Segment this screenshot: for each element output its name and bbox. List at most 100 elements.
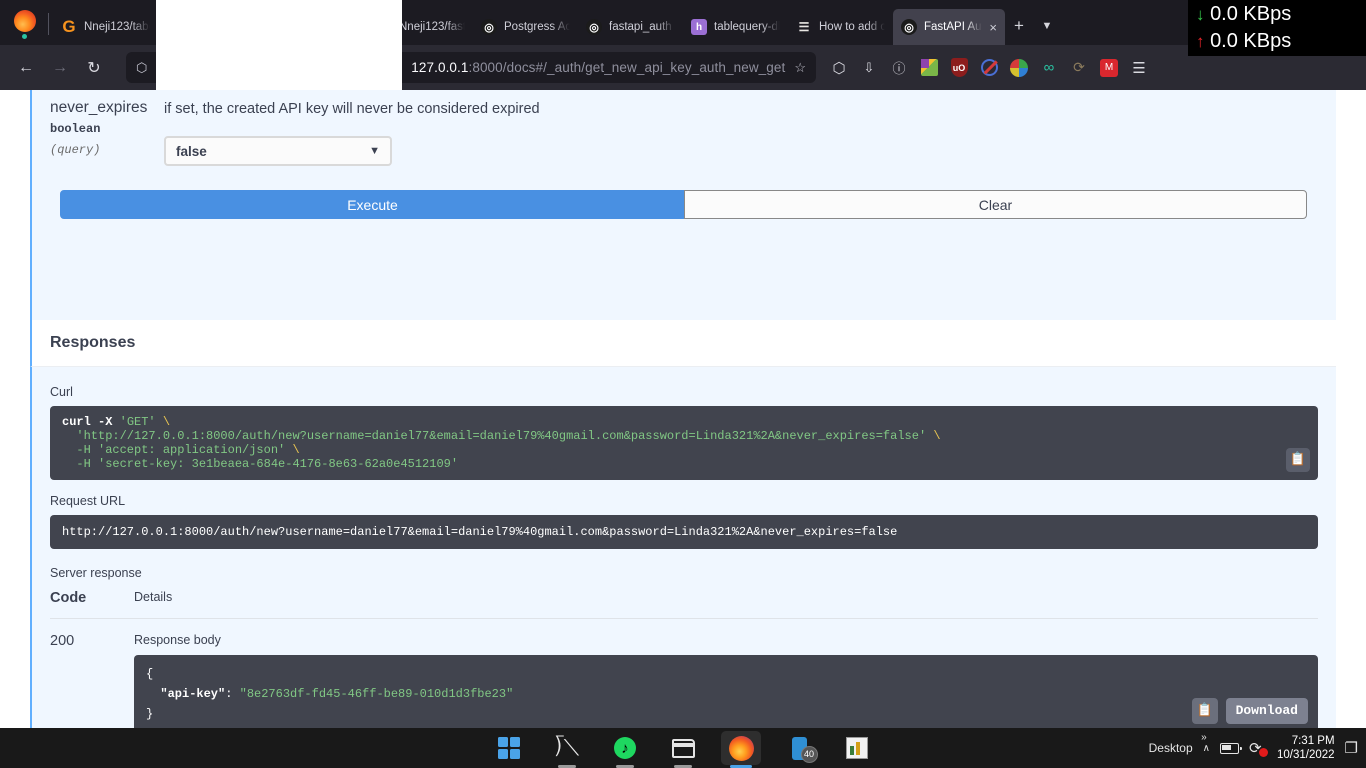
show-hidden-icons-button[interactable]: ∧ (1203, 743, 1210, 754)
curl-method: 'GET' (112, 415, 162, 429)
stackoverflow-icon: ☰ (796, 19, 812, 35)
fastapi-icon: ◎ (586, 19, 602, 35)
firefox-browser-window: G Nneji123/tabqu 17 (17) WhatsApp ○ Nnej… (0, 0, 1366, 768)
curl-continuation-2: \ (926, 429, 940, 443)
fastapi-icon: ◎ (901, 19, 917, 35)
column-header-code: Code (50, 590, 134, 606)
url-bar[interactable]: ⬡ 🖹 127.0.0.1:8000/docs#/_auth/get_new_a… (126, 52, 816, 83)
postgres-icon: ◎ (481, 19, 497, 35)
response-details: Response body { "api-key": "8e2763df-fd4… (134, 633, 1318, 730)
chart-app-taskbar-item[interactable] (837, 731, 877, 765)
select-value: false (176, 144, 207, 159)
tab-label: tablequery-db (714, 21, 780, 33)
sync-icon[interactable]: ⟳ (1249, 739, 1267, 757)
file-explorer-taskbar-item[interactable] (663, 731, 703, 765)
parameter-row-never-expires: never_expires boolean (query) if set, th… (32, 90, 1336, 166)
browser-tab-0[interactable]: G Nneji123/tabqu (53, 9, 158, 45)
phone-link-taskbar-item[interactable]: 40 (779, 731, 819, 765)
curl-continuation-3: \ (285, 443, 299, 457)
download-button[interactable]: Download (1226, 698, 1308, 724)
browser-tab-8-active[interactable]: ◎ FastAPI Auth × (893, 9, 1005, 45)
vscode-icon: ⟌⟍ (555, 737, 579, 759)
pocket-icon[interactable]: ⬡ (826, 55, 852, 81)
phone-link-icon: 40 (792, 737, 807, 760)
tab-label: fastapi_auth (609, 21, 675, 33)
response-body-actions: 📋 Download (1192, 698, 1308, 724)
parameter-body: if set, the created API key will never b… (164, 98, 1336, 166)
downloads-icon[interactable]: ⇩ (856, 55, 882, 81)
tab-label: FastAPI Auth (924, 21, 982, 33)
download-arrow-icon: ↓ (1196, 5, 1205, 24)
json-colon: : (225, 687, 239, 701)
ublock-origin-icon[interactable]: uO (946, 55, 972, 81)
url-host: 127.0.0.1 (411, 60, 468, 75)
upload-arrow-icon: ↑ (1196, 32, 1205, 51)
clock[interactable]: 7:31 PM 10/31/2022 (1277, 734, 1335, 762)
curl-continuation: \ (163, 415, 170, 429)
network-speed-overlay: ↓ 0.0 KBps ↑ 0.0 KBps (1188, 0, 1366, 56)
responses-title: Responses (50, 334, 1336, 352)
chevron-down-icon[interactable]: ▼ (1033, 11, 1061, 41)
windows-taskbar: ⟌⟍ ♪ 40 (0, 728, 1366, 768)
request-url-label: Request URL (50, 494, 1318, 508)
copy-icon[interactable]: 📋 (1286, 448, 1310, 472)
spotify-icon: ♪ (614, 737, 636, 759)
json-open-brace: { (146, 667, 153, 681)
execute-button[interactable]: Execute (60, 190, 685, 219)
firefox-logo-icon (10, 8, 40, 38)
idm-integration-icon[interactable] (1006, 55, 1032, 81)
grammarly-icon: G (61, 19, 77, 35)
browser-tab-5[interactable]: ◎ fastapi_auth (578, 9, 683, 45)
taskbar-items: ⟌⟍ ♪ 40 (489, 728, 877, 768)
infinity-new-tab-icon[interactable]: ∞ (1036, 55, 1062, 81)
app-menu-icon[interactable]: ☰ (1126, 55, 1152, 81)
curl-cmd: curl (62, 415, 98, 429)
account-icon[interactable]: ⓘ (886, 55, 912, 81)
clear-button[interactable]: Clear (684, 190, 1307, 219)
responses-content: Curl curl -X 'GET' \ 'http://127.0.0.1:8… (30, 367, 1336, 730)
parameter-location: (query) (50, 140, 164, 160)
mega-icon[interactable]: M (1096, 55, 1122, 81)
adblock-icon[interactable] (976, 55, 1002, 81)
parameter-name: never_expires (50, 98, 164, 118)
never-expires-select[interactable]: false ▼ (164, 136, 392, 166)
execute-clear-row: Execute Clear (60, 190, 1308, 219)
back-button[interactable]: ← (10, 52, 42, 84)
notifications-icon[interactable]: ❐ (1345, 739, 1358, 757)
colorzilla-icon[interactable] (916, 55, 942, 81)
firefox-taskbar-item[interactable] (721, 731, 761, 765)
json-close-brace: } (146, 707, 153, 721)
file-explorer-icon (672, 739, 695, 758)
chart-editor-icon (846, 737, 868, 759)
bookmark-star-icon[interactable]: ☆ (794, 60, 806, 76)
navigation-toolbar: ← → ↻ ⬡ 🖹 127.0.0.1:8000/docs#/_auth/get… (0, 45, 1366, 90)
json-api-key-value: "8e2763df-fd45-46ff-be89-010d1d3fbe23" (240, 687, 514, 701)
curl-flag: -X (98, 415, 112, 429)
address-text: 127.0.0.1:8000/docs#/_auth/get_new_api_k… (411, 60, 785, 75)
browser-tab-7[interactable]: ☰ How to add co (788, 9, 893, 45)
desktop-text: Desktop (1149, 741, 1193, 755)
battery-icon[interactable] (1220, 743, 1239, 754)
new-tab-button[interactable]: + (1005, 11, 1033, 41)
overflow-icon: » (1201, 732, 1207, 743)
spotify-taskbar-item[interactable]: ♪ (605, 731, 645, 765)
clock-date: 10/31/2022 (1277, 748, 1335, 762)
close-icon[interactable]: × (989, 21, 997, 34)
request-url-block: http://127.0.0.1:8000/auth/new?username=… (50, 515, 1318, 549)
browser-tab-4[interactable]: ◎ Postgress Acce (473, 9, 578, 45)
vscode-taskbar-item[interactable]: ⟌⟍ (547, 731, 587, 765)
responses-section-header: Responses (30, 320, 1336, 367)
parameter-description: if set, the created API key will never b… (164, 98, 1336, 119)
reload-button[interactable]: ↻ (78, 52, 110, 84)
tab-divider (48, 13, 49, 35)
sync-extension-icon[interactable]: ⟳ (1066, 55, 1092, 81)
forward-button[interactable]: → (44, 52, 76, 84)
start-button[interactable] (489, 731, 529, 765)
desktop-label[interactable]: Desktop » (1149, 741, 1193, 755)
browser-tab-6[interactable]: h tablequery-db (683, 9, 788, 45)
copy-icon[interactable]: 📋 (1192, 698, 1218, 724)
clock-time: 7:31 PM (1277, 734, 1335, 748)
firefox-icon (729, 736, 754, 761)
json-key: "api-key" (146, 687, 225, 701)
shield-icon[interactable]: ⬡ (136, 60, 147, 76)
